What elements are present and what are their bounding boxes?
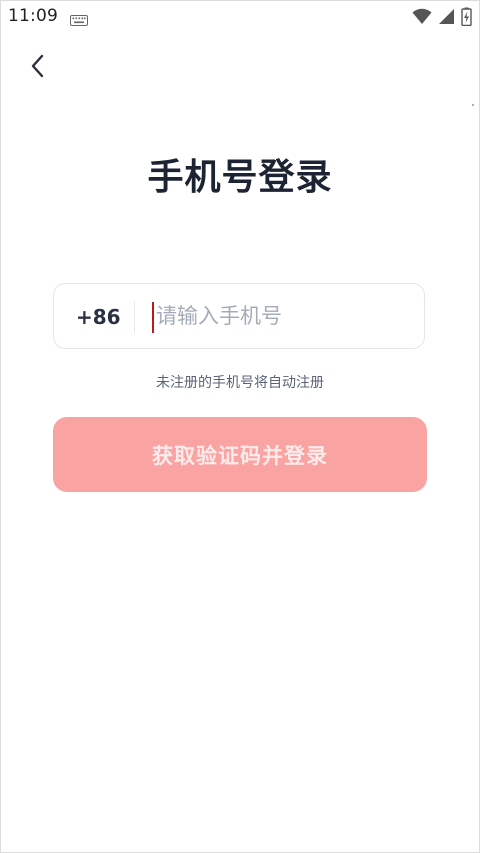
field-divider <box>134 301 135 333</box>
phone-input[interactable] <box>150 296 418 336</box>
chevron-left-icon <box>30 54 46 82</box>
page-title: 手机号登录 <box>147 157 333 198</box>
text-cursor <box>152 302 154 333</box>
country-code-selector[interactable]: +86 <box>76 305 121 329</box>
battery-charging-icon <box>461 7 472 30</box>
status-icons <box>412 7 472 30</box>
submit-label: 获取验证码并登录 <box>152 443 328 468</box>
get-code-login-button[interactable]: 获取验证码并登录 <box>53 417 427 492</box>
status-time: 11:09 <box>8 6 58 26</box>
signal-icon <box>438 8 455 29</box>
auto-register-hint: 未注册的手机号将自动注册 <box>156 375 324 391</box>
phone-field: +86 <box>53 283 425 349</box>
status-bar: 11:09 <box>0 0 480 34</box>
scroll-indicator <box>472 104 474 106</box>
keyboard-icon <box>70 11 88 30</box>
back-button[interactable] <box>22 52 54 84</box>
wifi-icon <box>412 8 432 29</box>
